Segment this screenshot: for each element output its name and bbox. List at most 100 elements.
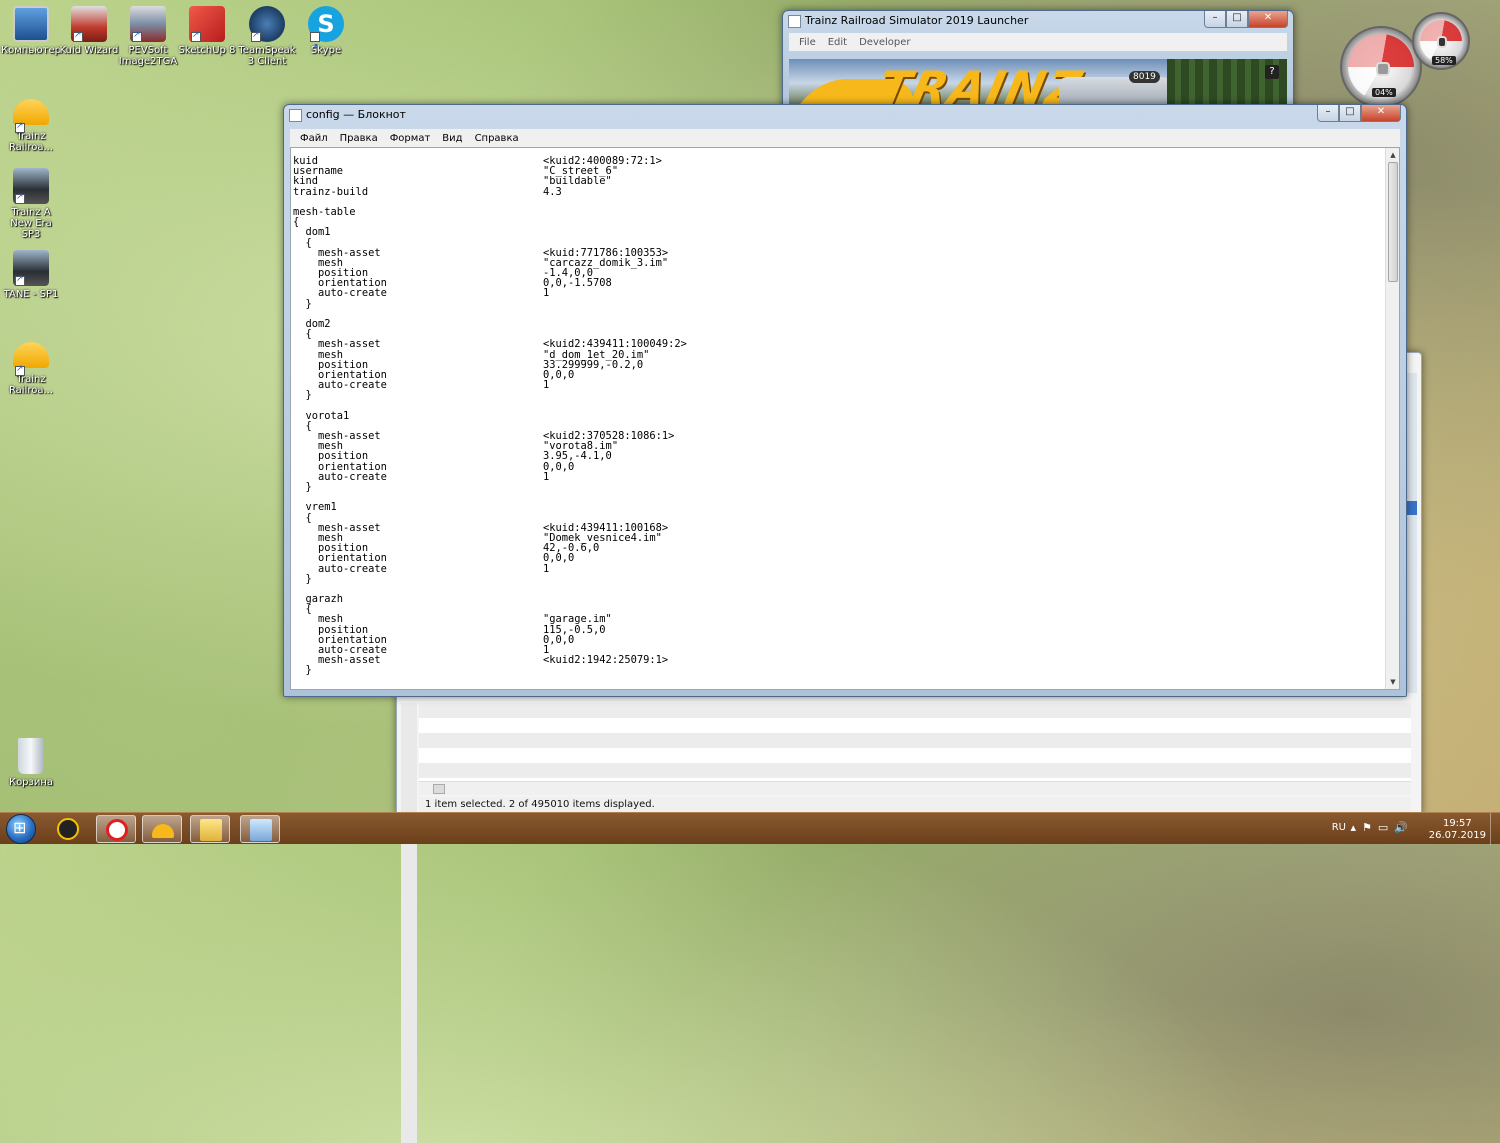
- language-indicator[interactable]: RU: [1332, 822, 1346, 833]
- tray-icons[interactable]: ▴⚑▭🔊: [1351, 821, 1414, 834]
- desktop-icon-label: TANE - SP1: [3, 289, 59, 300]
- config-key: dom2: [293, 318, 331, 330]
- cpu-gauge[interactable]: 04%: [1340, 26, 1422, 108]
- desktop-icon-label: PEVSoft Image2TGA: [118, 45, 178, 67]
- close-button[interactable]: ✕: [1361, 105, 1401, 122]
- shortcut-arrow-icon: [15, 192, 25, 204]
- vertical-scrollbar[interactable]: ▲ ▼: [1385, 148, 1399, 689]
- desktop-icon-pevsoft[interactable]: PEVSoft Image2TGA: [117, 6, 179, 67]
- sketchup-icon: [189, 6, 225, 42]
- maximize-button[interactable]: □: [1339, 105, 1361, 122]
- desktop-icon-tane-sp1[interactable]: TANE - SP1: [0, 250, 62, 300]
- memory-percent: 58%: [1432, 56, 1456, 65]
- menu-edit[interactable]: Правка: [334, 133, 384, 144]
- taskbar-app-explorer[interactable]: [190, 815, 230, 843]
- desktop-icon-label: Kuid Wizard: [59, 45, 119, 56]
- table-row[interactable]: [419, 763, 1411, 778]
- pevsoft-icon: [130, 6, 166, 42]
- text-line: {: [293, 217, 687, 228]
- menu-file[interactable]: Файл: [294, 133, 334, 144]
- taskbar: RU ▴⚑▭🔊 19:57 26.07.2019: [0, 812, 1500, 845]
- help-button[interactable]: ?: [1265, 65, 1279, 79]
- notepad-titlebar[interactable]: config — Блокнот – □ ✕: [284, 105, 1406, 127]
- scrollbar-thumb[interactable]: [1388, 162, 1398, 282]
- start-button[interactable]: [6, 814, 36, 844]
- shortcut-arrow-icon: [73, 30, 83, 42]
- config-value: 1: [543, 287, 550, 300]
- config-text: kuid <kuid2:400089:72:1> username "C_street…: [293, 156, 687, 676]
- scrollbar-thumb[interactable]: [433, 784, 445, 794]
- config-key: }: [293, 572, 312, 585]
- config-key: trainz-build: [293, 185, 369, 198]
- window-title: Trainz Railroad Simulator 2019 Launcher: [805, 14, 1029, 27]
- text-line: orientation 0,0,0: [293, 553, 687, 564]
- clock[interactable]: 19:57 26.07.2019: [1429, 818, 1486, 842]
- text-line: auto-create 1: [293, 562, 687, 575]
- menu-view[interactable]: Вид: [436, 133, 468, 144]
- taskbar-app-trainz[interactable]: [142, 815, 182, 843]
- desktop-icon-label: Корзина: [8, 777, 54, 788]
- desktop-icon-label: Trainz Railroa...: [8, 374, 54, 396]
- menu-file[interactable]: File: [793, 37, 822, 48]
- config-key: }: [293, 389, 312, 402]
- app-icon: [788, 15, 801, 28]
- menu-format[interactable]: Формат: [384, 133, 437, 144]
- taskbar-app-notepad[interactable]: [240, 815, 280, 843]
- show-desktop-button[interactable]: [1490, 813, 1500, 845]
- config-value: 0,0,-1.5708: [543, 277, 612, 290]
- taskbar-app-avast[interactable]: [48, 815, 88, 843]
- text-line: auto-create 1: [293, 379, 687, 392]
- notepad-window[interactable]: config — Блокнот – □ ✕ Файл Правка Форма…: [283, 104, 1407, 697]
- table-row[interactable]: [419, 748, 1411, 763]
- maximize-button[interactable]: □: [1226, 11, 1248, 28]
- text-line: [293, 584, 687, 594]
- text-line: [293, 309, 687, 319]
- text-line: username "C_street_6": [293, 166, 687, 177]
- desktop-icon-skype[interactable]: S Skype: [295, 6, 357, 66]
- horizontal-scrollbar[interactable]: [419, 781, 1411, 795]
- desktop-icon-kuid-wizard[interactable]: Kuid Wizard: [58, 6, 120, 56]
- text-editor[interactable]: kuid <kuid2:400089:72:1> username "C_street…: [290, 147, 1400, 690]
- desktop-icon-label: Trainz Railroa...: [8, 131, 54, 153]
- shortcut-arrow-icon: [15, 121, 25, 133]
- desktop-icon-computer[interactable]: Компьютер: [0, 6, 62, 56]
- desktop-icon-label: Компьютер: [1, 45, 61, 56]
- config-key: auto-create: [293, 379, 387, 392]
- menu-edit[interactable]: Edit: [822, 37, 853, 48]
- desktop-icon-sketchup[interactable]: SketchUp 8: [176, 6, 238, 56]
- text-line: dom1: [293, 227, 687, 238]
- clock-date: 26.07.2019: [1428, 830, 1486, 841]
- desktop-icon-recycle-bin[interactable]: Корзина: [0, 738, 62, 788]
- desktop-icon-trainz-railroad[interactable]: Trainz Railroa...: [0, 338, 62, 396]
- menu-help[interactable]: Справка: [469, 133, 525, 144]
- launcher-titlebar[interactable]: Trainz Railroad Simulator 2019 Launcher …: [783, 11, 1293, 33]
- config-key: }: [293, 297, 312, 310]
- config-key: }: [293, 481, 312, 493]
- text-line: kuid <kuid2:400089:72:1>: [293, 156, 687, 167]
- scroll-up-icon[interactable]: ▲: [1386, 148, 1399, 162]
- close-button[interactable]: ✕: [1248, 11, 1288, 28]
- gauge-hub-icon: [1437, 36, 1447, 48]
- desktop-icon-trainz-2019[interactable]: Trainz Railroa...: [0, 93, 62, 153]
- minimize-button[interactable]: –: [1317, 105, 1339, 122]
- table-row[interactable]: [419, 718, 1411, 733]
- cpu-percent: 04%: [1372, 88, 1396, 97]
- desktop-icon-teamspeak[interactable]: TeamSpeak 3 Client: [236, 6, 298, 67]
- config-key: mesh-asset: [293, 654, 381, 667]
- taskbar-app-yandex[interactable]: [96, 815, 136, 843]
- shortcut-arrow-icon: [251, 30, 261, 42]
- memory-gauge[interactable]: 58%: [1412, 12, 1470, 70]
- menu-developer[interactable]: Developer: [853, 37, 916, 48]
- side-scrollbar[interactable]: [1407, 373, 1417, 693]
- minimize-button[interactable]: –: [1204, 11, 1226, 28]
- config-key: auto-create: [293, 562, 387, 575]
- folder-icon: [200, 819, 222, 841]
- config-key: }: [293, 664, 312, 677]
- table-row[interactable]: [419, 703, 1411, 718]
- desktop-icon-trainz-new-era[interactable]: Trainz A New Era SP3: [0, 168, 62, 240]
- text-line: auto-create 1: [293, 287, 687, 300]
- skype-icon: S: [308, 6, 344, 66]
- scroll-down-icon[interactable]: ▼: [1386, 675, 1399, 689]
- shortcut-arrow-icon: [191, 30, 201, 42]
- table-row[interactable]: [419, 733, 1411, 748]
